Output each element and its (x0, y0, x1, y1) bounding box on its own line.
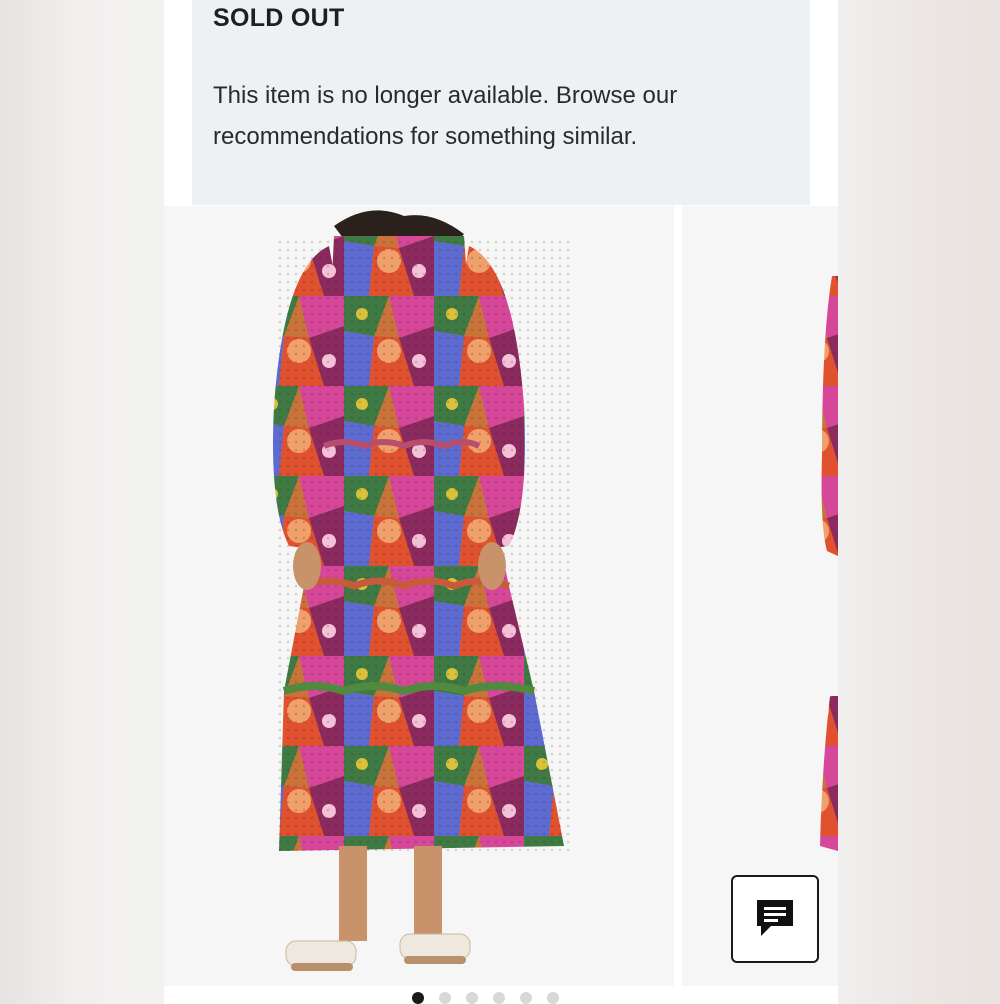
product-page: SOLD OUT This item is no longer availabl… (164, 0, 838, 1000)
pagination-dot[interactable] (466, 992, 478, 1004)
product-image-next[interactable] (682, 206, 838, 986)
product-image-main[interactable] (164, 206, 674, 986)
chat-bubble-icon (753, 896, 797, 943)
pagination-dot[interactable] (547, 992, 559, 1004)
sold-out-message: This item is no longer available. Browse… (213, 82, 678, 150)
sold-out-banner: SOLD OUT This item is no longer availabl… (192, 0, 810, 205)
pagination-dot[interactable] (439, 992, 451, 1004)
dress-photo (164, 206, 674, 986)
gallery-pagination (0, 992, 1000, 1004)
pagination-dot[interactable] (493, 992, 505, 1004)
pagination-dot-active[interactable] (412, 992, 424, 1004)
product-image-gallery[interactable] (164, 206, 838, 986)
pagination-dot[interactable] (520, 992, 532, 1004)
sold-out-title: SOLD OUT (213, 4, 345, 32)
dress-photo-partial (682, 206, 838, 986)
chat-button[interactable] (731, 875, 819, 963)
